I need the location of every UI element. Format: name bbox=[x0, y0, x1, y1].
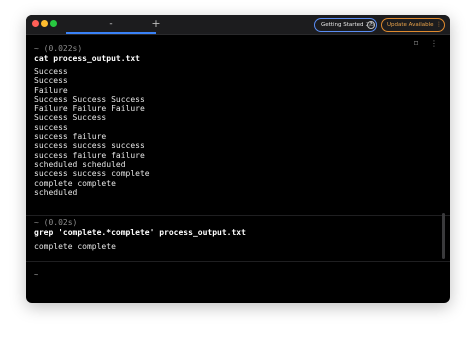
update-menu-icon[interactable]: ⋮ bbox=[436, 19, 442, 31]
block2-command[interactable]: grep 'complete.*complete' process_output… bbox=[34, 228, 246, 237]
input-divider bbox=[26, 261, 450, 262]
block2-meta: ~ (0.02s) bbox=[34, 218, 78, 227]
bookmark-icon[interactable]: ⌑ bbox=[414, 39, 418, 48]
block2-output: complete complete bbox=[34, 242, 116, 251]
close-window-button[interactable] bbox=[32, 20, 39, 27]
maximize-window-button[interactable] bbox=[50, 20, 57, 27]
scrollbar[interactable] bbox=[442, 213, 445, 259]
block-divider bbox=[26, 215, 450, 216]
block1-meta: ~ (0.022s) bbox=[34, 44, 83, 53]
input-prompt[interactable]: ~ bbox=[34, 271, 38, 279]
update-available-label: Update Available bbox=[387, 22, 434, 28]
tab-label: - bbox=[109, 19, 113, 29]
terminal-window: - + Getting Started 2/5 ? Update Availabl… bbox=[26, 15, 450, 303]
getting-started-button[interactable]: Getting Started 2/5 ? bbox=[314, 18, 377, 32]
help-icon[interactable]: ? bbox=[367, 21, 375, 29]
block1-command[interactable]: cat process_output.txt bbox=[34, 54, 140, 63]
getting-started-label: Getting Started bbox=[321, 22, 364, 28]
more-options-icon[interactable]: ⋮ bbox=[430, 39, 438, 48]
minimize-window-button[interactable] bbox=[41, 20, 48, 27]
update-available-button[interactable]: Update Available ⋮ bbox=[381, 18, 445, 32]
tab-active[interactable]: - bbox=[66, 17, 156, 34]
title-bar: - + Getting Started 2/5 ? Update Availabl… bbox=[26, 15, 450, 35]
new-tab-button[interactable]: + bbox=[150, 17, 162, 31]
block1-output: Success Success Failure Success Success … bbox=[34, 67, 150, 197]
